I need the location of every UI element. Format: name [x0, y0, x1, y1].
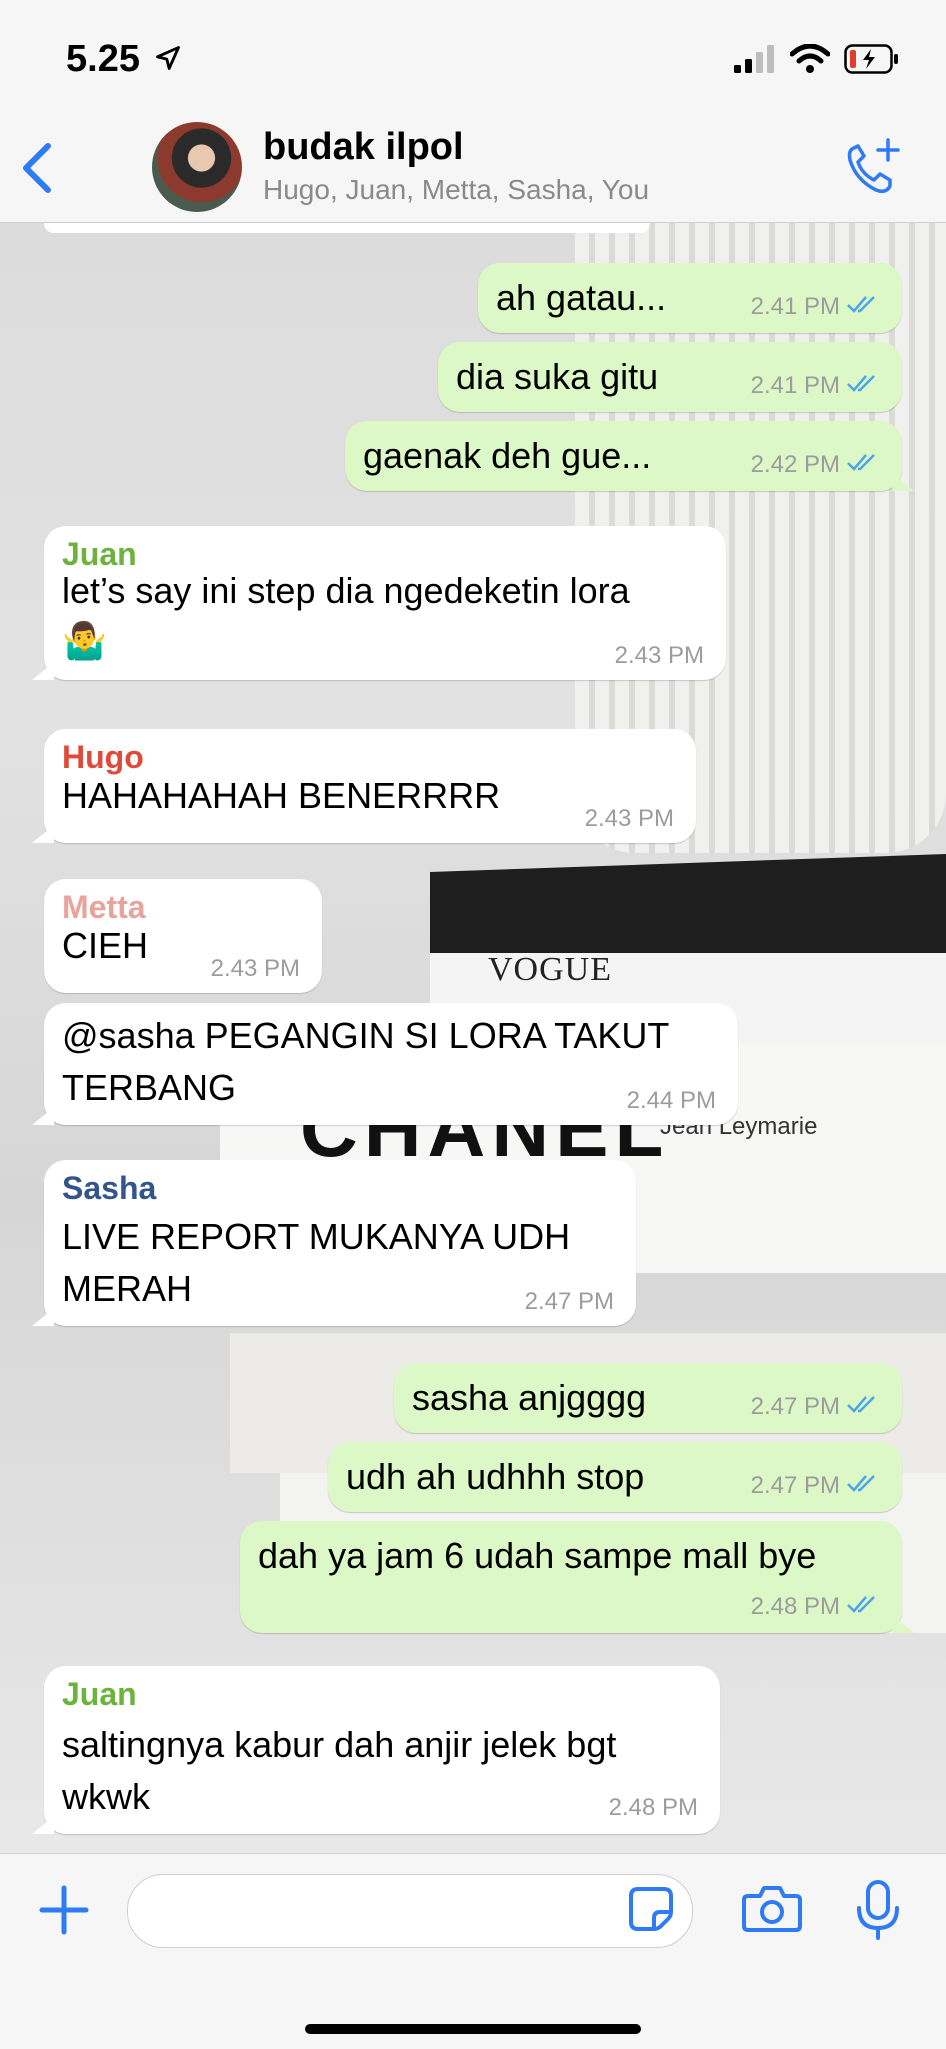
- group-members[interactable]: Hugo, Juan, Metta, Sasha, You: [263, 174, 649, 206]
- wifi-icon: [789, 43, 831, 79]
- camera-icon[interactable]: [742, 1884, 802, 1939]
- chat-header: budak ilpol Hugo, Juan, Metta, Sasha, Yo…: [0, 112, 946, 223]
- message-time: 2.41 PM: [750, 372, 840, 399]
- emoji: 🤷‍♂️: [62, 620, 107, 661]
- location-arrow-icon: [154, 44, 182, 77]
- message-text: gaenak deh gue...: [363, 435, 652, 476]
- message-text: HAHAHAHAH BENERRRR: [62, 775, 501, 816]
- message-bubble-incoming[interactable]: Hugo HAHAHAHAH BENERRRR 2.43 PM: [32, 729, 696, 843]
- status-time: 5.25: [66, 38, 140, 80]
- read-receipt-icon: [846, 372, 880, 400]
- message-time: 2.48 PM: [608, 1794, 698, 1821]
- message-bubble-incoming[interactable]: Juan let’s say ini step dia ngedeketin l…: [32, 526, 726, 680]
- sender-name: Juan: [62, 536, 137, 572]
- message-bubble-incoming[interactable]: Sasha LIVE REPORT MUKANYA UDH MERAH 2.47…: [32, 1160, 636, 1326]
- message-time: 2.48 PM: [750, 1593, 840, 1620]
- message-bubble-incoming[interactable]: @sasha PEGANGIN SI LORA TAKUT TERBANG 2.…: [32, 1003, 738, 1125]
- read-receipt-icon: [846, 1393, 880, 1421]
- read-receipt-icon: [846, 293, 880, 321]
- message-text: LIVE REPORT MUKANYA UDH: [62, 1216, 571, 1257]
- sender-name: Juan: [62, 1676, 137, 1712]
- message-time: 2.41 PM: [750, 293, 840, 320]
- message-time: 2.47 PM: [524, 1288, 614, 1315]
- message-text: MERAH: [62, 1268, 193, 1309]
- message-time: 2.47 PM: [750, 1472, 840, 1499]
- signal-icon: [734, 45, 776, 78]
- message-text: udh ah udhhh stop: [346, 1456, 645, 1497]
- battery-icon: [844, 44, 900, 79]
- message-time: 2.43 PM: [584, 805, 674, 832]
- message-time: 2.42 PM: [750, 451, 840, 478]
- read-receipt-icon: [846, 1593, 880, 1621]
- message-text: @sasha PEGANGIN SI LORA TAKUT: [62, 1015, 670, 1056]
- sticker-icon[interactable]: [628, 1886, 674, 1937]
- message-text: dia suka gitu: [456, 356, 659, 397]
- message-time: 2.47 PM: [750, 1393, 840, 1420]
- back-chevron-icon[interactable]: [18, 142, 58, 199]
- message-text: sasha anjgggg: [412, 1377, 647, 1418]
- message-bubble-incoming[interactable]: Juan saltingnya kabur dah anjir jelek bg…: [32, 1666, 720, 1834]
- composer-bar: [0, 1853, 946, 2049]
- message-bubble-outgoing[interactable]: gaenak deh gue... 2.42 PM: [345, 421, 914, 491]
- message-bubble-outgoing[interactable]: udh ah udhhh stop 2.47 PM: [328, 1442, 902, 1512]
- status-bar: 5.25: [0, 0, 946, 112]
- home-indicator[interactable]: [305, 2024, 641, 2034]
- read-receipt-icon: [846, 451, 880, 479]
- message-text: TERBANG: [62, 1067, 237, 1108]
- message-bubble-outgoing[interactable]: ah gatau... 2.41 PM: [478, 263, 902, 333]
- sender-name: Hugo: [62, 739, 144, 775]
- message-bubble-outgoing[interactable]: sasha anjgggg 2.47 PM: [394, 1363, 902, 1433]
- message-text: CIEH: [62, 925, 149, 966]
- sender-name: Metta: [62, 889, 146, 925]
- group-avatar[interactable]: [152, 122, 242, 212]
- message-text: dah ya jam 6 udah sampe mall bye: [258, 1535, 817, 1576]
- group-title[interactable]: budak ilpol: [263, 126, 464, 169]
- message-bubble-incoming[interactable]: Metta CIEH 2.43 PM: [44, 879, 322, 993]
- message-text: ah gatau...: [496, 277, 667, 318]
- message-bubble-outgoing[interactable]: dia suka gitu 2.41 PM: [438, 342, 902, 412]
- message-text: saltingnya kabur dah anjir jelek bgt: [62, 1724, 617, 1765]
- message-time: 2.43 PM: [210, 955, 300, 982]
- message-input[interactable]: [127, 1874, 693, 1948]
- message-time: 2.44 PM: [626, 1087, 716, 1114]
- sender-name: Sasha: [62, 1170, 157, 1206]
- message-text: wkwk: [62, 1776, 150, 1817]
- background-vogue-text: VOGUE: [488, 951, 612, 988]
- attach-plus-icon[interactable]: [38, 1884, 90, 1941]
- add-call-icon[interactable]: [842, 138, 902, 203]
- read-receipt-icon: [846, 1472, 880, 1500]
- message-text: let’s say ini step dia ngedeketin lora: [62, 570, 630, 611]
- microphone-icon[interactable]: [856, 1880, 900, 1947]
- message-bubble-outgoing[interactable]: dah ya jam 6 udah sampe mall bye 2.48 PM: [240, 1521, 914, 1633]
- message-time: 2.43 PM: [614, 642, 704, 669]
- chat-area[interactable]: VOGUE CHANEL Jean Leymarie ah gatau... 2…: [0, 223, 946, 1853]
- previous-message-bubble: [44, 223, 650, 233]
